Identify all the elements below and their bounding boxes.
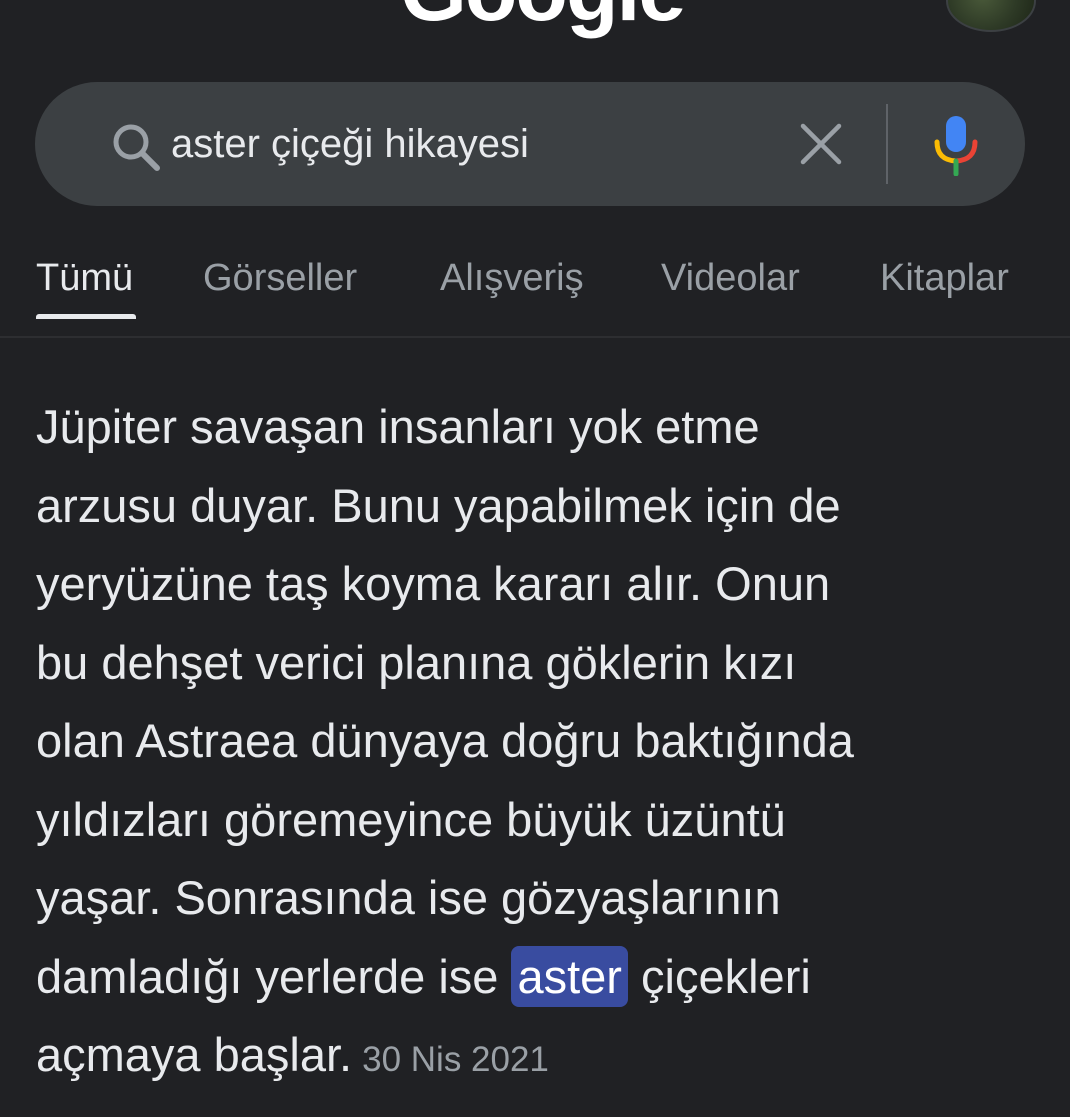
snippet-line: olan Astraea dünyaya doğru baktığında	[36, 714, 854, 767]
tab-videos[interactable]: Videolar	[661, 254, 800, 302]
google-logo[interactable]: Google	[400, 0, 686, 34]
search-input[interactable]: aster çiçeği hikayesi	[171, 120, 771, 168]
account-avatar[interactable]	[946, 0, 1036, 32]
tab-images[interactable]: Görseller	[203, 254, 357, 302]
snippet-text: damladığı yerlerde ise	[36, 949, 512, 1003]
search-divider	[886, 104, 888, 184]
search-icon[interactable]	[109, 120, 163, 174]
active-tab-indicator	[36, 314, 136, 319]
featured-snippet: Jüpiter savaşan insanları yok etme arzus…	[36, 388, 1046, 1095]
search-tabs: Tümü Görseller Alışveriş Videolar Kitapl…	[0, 240, 1070, 336]
snippet-line: yaşar. Sonrasında ise gözyaşlarının	[36, 871, 781, 924]
snippet-line: Jüpiter savaşan insanları yok etme	[36, 400, 760, 453]
snippet-line: bu dehşet verici planına göklerin kızı	[36, 635, 797, 689]
snippet-line: yeryüzüne taş koyma kararı alır. Onun	[36, 557, 831, 610]
search-bar[interactable]: aster çiçeği hikayesi	[35, 82, 1025, 206]
tabs-divider	[0, 336, 1070, 338]
close-icon[interactable]	[799, 122, 843, 166]
snippet-line-highlighted: damladığı yerlerde ise aster çiçekleri	[36, 938, 1046, 1017]
search-results-page: Google aster çiçeği hikayesi	[0, 0, 1070, 1117]
snippet-line: yıldızları göremeyince büyük üzüntü	[36, 792, 786, 846]
tab-shopping[interactable]: Alışveriş	[440, 254, 584, 302]
microphone-icon[interactable]	[933, 114, 979, 177]
tab-books[interactable]: Kitaplar	[880, 254, 1009, 302]
search-term-highlight: aster	[511, 945, 628, 1007]
snippet-text: açmaya başlar.	[36, 1028, 353, 1081]
snippet-line: arzusu duyar. Bunu yapabilmek için de	[36, 478, 841, 532]
tab-all[interactable]: Tümü	[36, 254, 133, 302]
snippet-date: 30 Nis 2021	[362, 1040, 549, 1079]
snippet-line-last: açmaya başlar. 30 Nis 2021	[36, 1016, 1046, 1095]
snippet-text: çiçekleri	[627, 949, 811, 1003]
